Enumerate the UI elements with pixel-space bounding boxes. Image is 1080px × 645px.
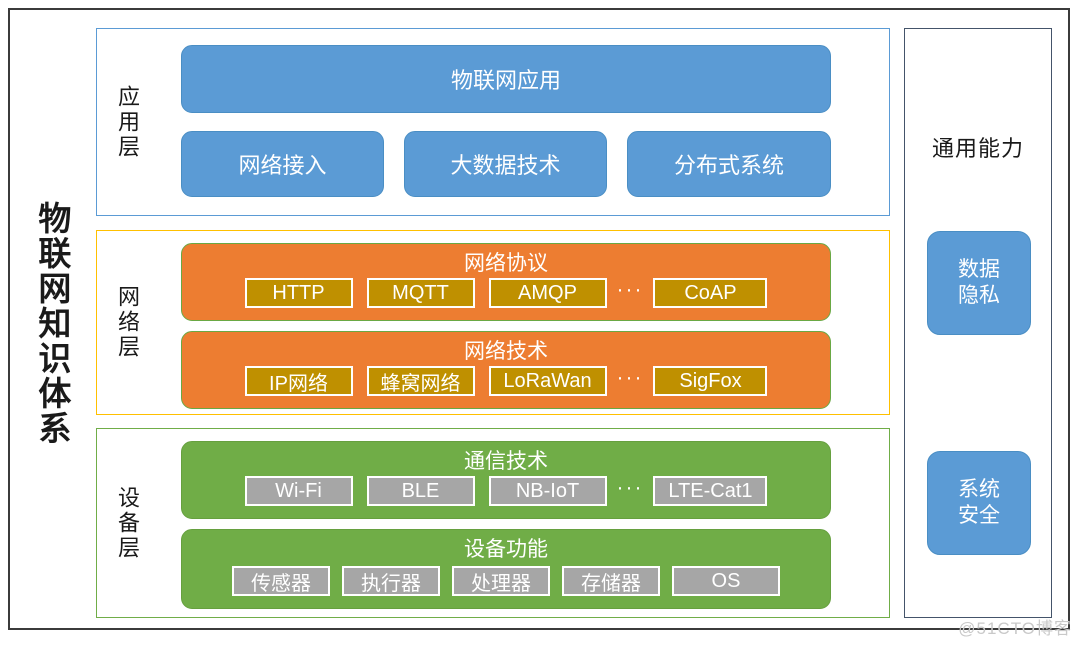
chip-label: AMQP xyxy=(518,281,577,304)
block-label: 网络接入 xyxy=(238,153,327,178)
chip-actuator[interactable]: 执行器 xyxy=(342,566,440,596)
capability-line: 数据 xyxy=(958,257,1000,281)
chip-label: 蜂窝网络 xyxy=(380,372,461,395)
group-network-technology[interactable]: 网络技术 IP网络 蜂窝网络 LoRaWan ··· SigFox xyxy=(181,331,831,409)
layer-panel-application: 应用层 物联网应用 网络接入 大数据技术 分布式系统 xyxy=(96,28,890,216)
layer-panel-network: 网络层 网络协议 HTTP MQTT AMQP ··· CoAP 网络技术 IP… xyxy=(96,230,890,415)
capability-line: 系统 xyxy=(958,477,1000,501)
chip-label: MQTT xyxy=(392,281,449,304)
chip-os[interactable]: OS xyxy=(672,566,780,596)
chip-http[interactable]: HTTP xyxy=(244,278,353,308)
watermark: @51CTO博客 xyxy=(958,619,1072,638)
chip-label: LoRaWan xyxy=(503,369,592,392)
chip-label: 传感器 xyxy=(251,572,311,595)
chip-lte-cat1[interactable]: LTE-Cat1 xyxy=(653,476,768,506)
chip-ellipsis: ··· xyxy=(616,277,644,301)
chip-row: 传感器 执行器 处理器 存储器 OS xyxy=(182,566,830,596)
chip-label: NB-IoT xyxy=(515,479,580,502)
chip-mqtt[interactable]: MQTT xyxy=(366,278,475,308)
block-label: 物联网应用 xyxy=(450,68,561,93)
chip-processor[interactable]: 处理器 xyxy=(452,566,550,596)
layer-panel-device: 设备层 通信技术 Wi-Fi BLE NB-IoT ··· LTE-Cat1 设… xyxy=(96,428,890,618)
chip-label: BLE xyxy=(401,479,440,502)
capability-line: 安全 xyxy=(958,504,1000,527)
group-communication-technology[interactable]: 通信技术 Wi-Fi BLE NB-IoT ··· LTE-Cat1 xyxy=(181,441,831,519)
chip-ble[interactable]: BLE xyxy=(366,476,475,506)
chip-label: 存储器 xyxy=(581,572,641,595)
chip-label: Wi-Fi xyxy=(275,479,322,502)
chip-label: IP网络 xyxy=(269,372,328,395)
chip-amqp[interactable]: AMQP xyxy=(488,278,607,308)
block-label: 大数据技术 xyxy=(450,153,561,178)
group-title: 网络技术 xyxy=(464,340,548,363)
chip-cellular-network[interactable]: 蜂窝网络 xyxy=(366,366,475,396)
block-label: 分布式系统 xyxy=(673,153,784,178)
diagram-canvas: 物联网知识体系 应用层 物联网应用 网络接入 大数据技术 分布式系统 网络层 网… xyxy=(0,0,1080,645)
layer-label-application: 应用层 xyxy=(114,84,140,160)
diagram-title: 物联网知识体系 xyxy=(33,200,71,446)
chip-label: OS xyxy=(711,569,741,592)
capability-box-system-security[interactable]: 系统 安全 xyxy=(927,451,1031,555)
panel-general-capability: 通用能力 数据 隐私 系统 安全 xyxy=(904,28,1052,618)
chip-label: SigFox xyxy=(679,369,742,392)
chip-row: HTTP MQTT AMQP ··· CoAP xyxy=(182,278,830,308)
chip-label: LTE-Cat1 xyxy=(668,479,753,502)
chip-coap[interactable]: CoAP xyxy=(653,278,768,308)
chip-row: Wi-Fi BLE NB-IoT ··· LTE-Cat1 xyxy=(182,476,830,506)
block-network-access[interactable]: 网络接入 xyxy=(181,131,384,197)
layer-label-device: 设备层 xyxy=(114,485,140,561)
chip-label: CoAP xyxy=(684,281,737,304)
group-title: 通信技术 xyxy=(464,450,548,473)
group-network-protocol[interactable]: 网络协议 HTTP MQTT AMQP ··· CoAP xyxy=(181,243,831,321)
capability-title: 通用能力 xyxy=(931,136,1024,161)
chip-ellipsis: ··· xyxy=(616,365,644,389)
chip-lorawan[interactable]: LoRaWan xyxy=(488,366,607,396)
chip-label: 处理器 xyxy=(471,572,531,595)
group-title: 网络协议 xyxy=(464,252,548,275)
layer-label-network: 网络层 xyxy=(114,285,140,360)
block-distributed-system[interactable]: 分布式系统 xyxy=(627,131,831,197)
chip-wifi[interactable]: Wi-Fi xyxy=(244,476,353,506)
chip-sensor[interactable]: 传感器 xyxy=(232,566,330,596)
chip-ellipsis: ··· xyxy=(616,475,644,499)
chip-label: HTTP xyxy=(272,281,325,304)
chip-label: 执行器 xyxy=(361,572,421,595)
chip-sigfox[interactable]: SigFox xyxy=(653,366,768,396)
capability-box-data-privacy[interactable]: 数据 隐私 xyxy=(927,231,1031,335)
capability-line: 隐私 xyxy=(958,284,1000,307)
block-big-data-tech[interactable]: 大数据技术 xyxy=(404,131,607,197)
chip-storage[interactable]: 存储器 xyxy=(562,566,660,596)
block-iot-application[interactable]: 物联网应用 xyxy=(181,45,831,113)
chip-row: IP网络 蜂窝网络 LoRaWan ··· SigFox xyxy=(182,366,830,396)
group-device-function[interactable]: 设备功能 传感器 执行器 处理器 存储器 OS xyxy=(181,529,831,609)
group-title: 设备功能 xyxy=(464,538,548,561)
chip-ip-network[interactable]: IP网络 xyxy=(244,366,353,396)
chip-nb-iot[interactable]: NB-IoT xyxy=(488,476,607,506)
